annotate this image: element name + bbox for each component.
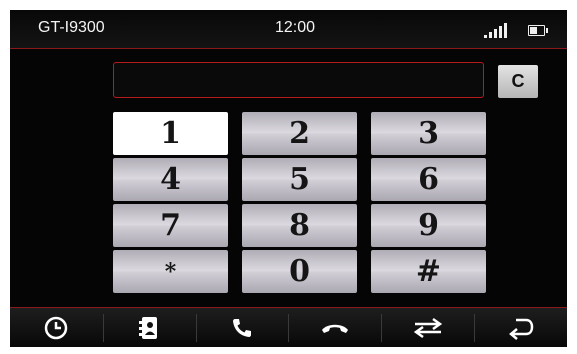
contacts-icon xyxy=(139,317,158,339)
hang-up-button[interactable] xyxy=(288,308,381,347)
clear-button[interactable]: C xyxy=(498,65,538,98)
key-3[interactable]: 3 xyxy=(371,112,486,155)
key-4[interactable]: 4 xyxy=(113,158,228,201)
battery-icon xyxy=(528,25,548,36)
key-hash[interactable]: # xyxy=(371,250,486,293)
clock-icon xyxy=(45,316,68,340)
back-icon xyxy=(508,318,533,340)
signal-strength-icon xyxy=(484,22,508,38)
key-0[interactable]: 0 xyxy=(242,250,357,293)
contacts-button[interactable] xyxy=(102,308,196,347)
key-7[interactable]: 7 xyxy=(113,204,228,247)
key-star[interactable]: * xyxy=(113,250,228,293)
hang-up-icon xyxy=(321,324,348,333)
phone-number-field[interactable] xyxy=(113,62,484,98)
phone-call-icon xyxy=(233,319,252,337)
device-frame: GT-I9300 12:00 C 1 2 3 4 5 6 7 8 9 * 0 # xyxy=(0,0,577,354)
key-6[interactable]: 6 xyxy=(371,158,486,201)
call-history-button[interactable] xyxy=(10,308,103,347)
key-1[interactable]: 1 xyxy=(113,112,228,155)
back-button[interactable] xyxy=(474,308,567,347)
call-button[interactable] xyxy=(195,308,289,347)
bottom-toolbar xyxy=(10,307,567,347)
key-9[interactable]: 9 xyxy=(371,204,486,247)
key-2[interactable]: 2 xyxy=(242,112,357,155)
dialer-screen: GT-I9300 12:00 C 1 2 3 4 5 6 7 8 9 * 0 # xyxy=(10,10,567,347)
clock-time: 12:00 xyxy=(275,19,316,36)
device-name: GT-I9300 xyxy=(38,19,105,36)
keypad: 1 2 3 4 5 6 7 8 9 * 0 # xyxy=(113,112,486,293)
key-8[interactable]: 8 xyxy=(242,204,357,247)
transfer-icon xyxy=(413,317,442,339)
status-bar: GT-I9300 12:00 xyxy=(10,10,567,49)
transfer-button[interactable] xyxy=(381,308,474,347)
key-5[interactable]: 5 xyxy=(242,158,357,201)
